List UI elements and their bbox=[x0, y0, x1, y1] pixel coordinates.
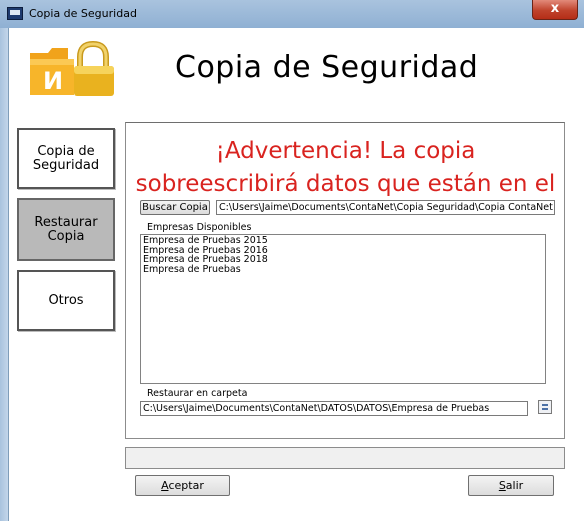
svg-text:И: И bbox=[43, 67, 63, 95]
folder-lock-icon: И bbox=[30, 41, 114, 96]
salir-accel: S bbox=[498, 479, 506, 492]
salir-label-rest: alir bbox=[505, 479, 524, 492]
page-title: Copia de Seguridad bbox=[175, 50, 479, 85]
close-button[interactable]: x bbox=[532, 0, 578, 20]
window-frame bbox=[0, 28, 9, 521]
restore-path-field[interactable]: C:\Users\Jaime\Documents\ContaNet\DATOS\… bbox=[140, 401, 528, 416]
warning-message: ¡Advertencia! La copia sobreescribirá da… bbox=[135, 138, 556, 197]
nav-restaurar-copia-button[interactable]: Restaurar Copia bbox=[17, 198, 115, 261]
app-window-icon bbox=[7, 7, 23, 20]
copy-path-field[interactable]: C:\Users\Jaime\Documents\ContaNet\Copia … bbox=[216, 200, 555, 215]
nav-label: Restaurar Copia bbox=[34, 214, 98, 244]
restore-folder-label: Restaurar en carpeta bbox=[147, 388, 248, 399]
progress-bar bbox=[125, 447, 565, 469]
nav-otros-button[interactable]: Otros bbox=[17, 270, 115, 331]
salir-button[interactable]: Salir bbox=[468, 475, 554, 496]
empresas-label: Empresas Disponibles bbox=[147, 222, 252, 233]
list-item[interactable]: Empresa de Pruebas bbox=[143, 264, 543, 275]
aceptar-button[interactable]: Aceptar bbox=[135, 475, 230, 496]
empresas-listbox[interactable]: Empresa de Pruebas 2015 Empresa de Prueb… bbox=[140, 234, 546, 384]
aceptar-label-rest: ceptar bbox=[168, 479, 204, 492]
buscar-copia-button[interactable]: Buscar Copia bbox=[140, 200, 210, 215]
nav-copia-seguridad-button[interactable]: Copia de Seguridad bbox=[17, 128, 115, 189]
title-bar[interactable]: Copia de Seguridad x bbox=[0, 0, 584, 28]
browse-folder-icon[interactable] bbox=[538, 400, 552, 414]
nav-label: Otros bbox=[48, 292, 84, 308]
app-window: Copia de Seguridad x И Copia de Segurida… bbox=[0, 0, 584, 521]
nav-label: Copia de Seguridad bbox=[32, 143, 100, 173]
window-title: Copia de Seguridad bbox=[29, 7, 137, 20]
